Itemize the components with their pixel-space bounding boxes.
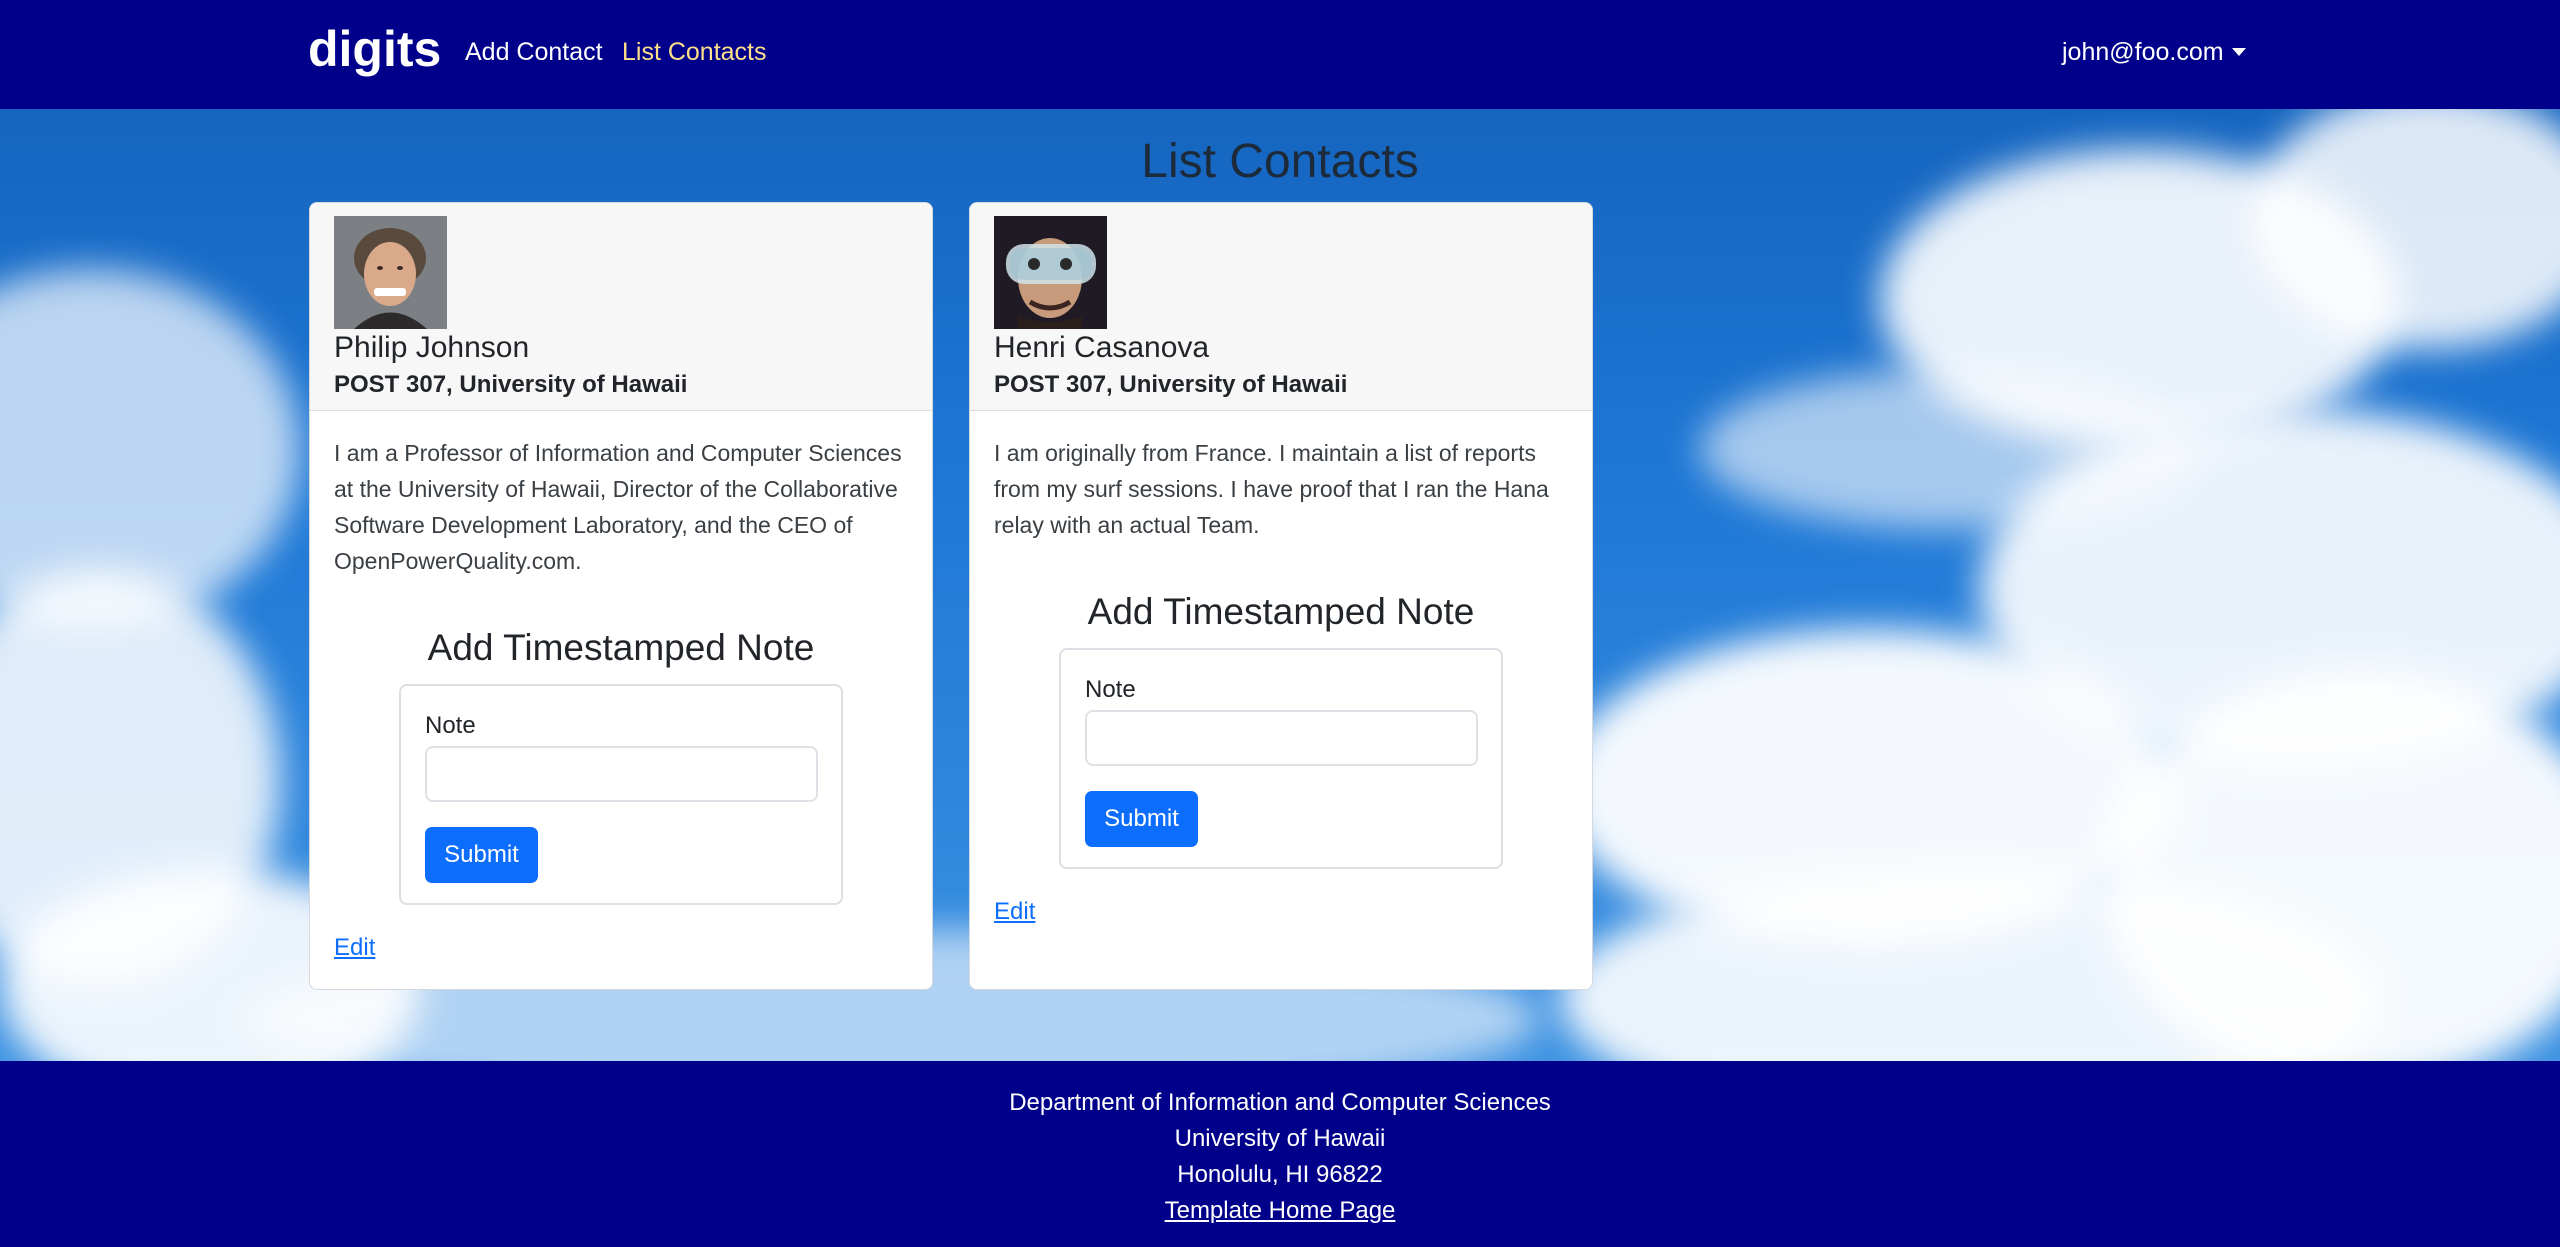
- add-note-title: Add Timestamped Note: [1087, 591, 1475, 632]
- footer-department: Department of Information and Computer S…: [1009, 1089, 1551, 1116]
- footer-city: Honolulu, HI 96822: [1177, 1161, 1383, 1188]
- edit-link[interactable]: Edit: [334, 934, 375, 962]
- footer-home-link-row: Template Home Page: [0, 1197, 2560, 1225]
- contact-card: Philip Johnson POST 307, University of H…: [309, 202, 933, 990]
- footer: Department of Information and Computer S…: [0, 1061, 2560, 1247]
- add-note-title: Add Timestamped Note: [427, 627, 815, 668]
- nav-add-contact[interactable]: Add Contact: [465, 38, 603, 67]
- submit-button[interactable]: Submit: [1085, 791, 1198, 847]
- nav-list-contacts[interactable]: List Contacts: [622, 38, 767, 67]
- contact-photo: [994, 216, 1107, 329]
- user-dropdown[interactable]: john@foo.com: [2062, 38, 2246, 67]
- note-input[interactable]: [1085, 710, 1478, 766]
- note-label: Note: [425, 712, 476, 739]
- edit-link[interactable]: Edit: [994, 898, 1035, 926]
- contact-card: Henri Casanova POST 307, University of H…: [969, 202, 1593, 990]
- note-form: Note Submit: [1059, 648, 1503, 869]
- note-form: Note Submit: [399, 684, 843, 905]
- brand-logo[interactable]: digits: [308, 20, 441, 78]
- contact-photo: [334, 216, 447, 329]
- contact-description: I am originally from France. I maintain …: [994, 440, 1549, 538]
- top-navbar: digits Add Contact List Contacts john@fo…: [0, 0, 2560, 109]
- contact-description: I am a Professor of Information and Comp…: [334, 440, 902, 574]
- page-title: List Contacts: [1141, 135, 1419, 188]
- card-header: Henri Casanova POST 307, University of H…: [970, 203, 1592, 411]
- contact-address: POST 307, University of Hawaii: [334, 371, 688, 398]
- contact-name: Henri Casanova: [994, 331, 1210, 364]
- note-input[interactable]: [425, 746, 818, 802]
- submit-button[interactable]: Submit: [425, 827, 538, 883]
- user-email: john@foo.com: [2062, 38, 2224, 66]
- note-label: Note: [1085, 676, 1136, 703]
- card-header: Philip Johnson POST 307, University of H…: [310, 203, 932, 411]
- caret-down-icon: [2231, 48, 2246, 56]
- footer-university: University of Hawaii: [1174, 1125, 1386, 1152]
- contact-address: POST 307, University of Hawaii: [994, 371, 1348, 398]
- contact-name: Philip Johnson: [334, 331, 530, 364]
- template-home-link[interactable]: Template Home Page: [1165, 1197, 1396, 1224]
